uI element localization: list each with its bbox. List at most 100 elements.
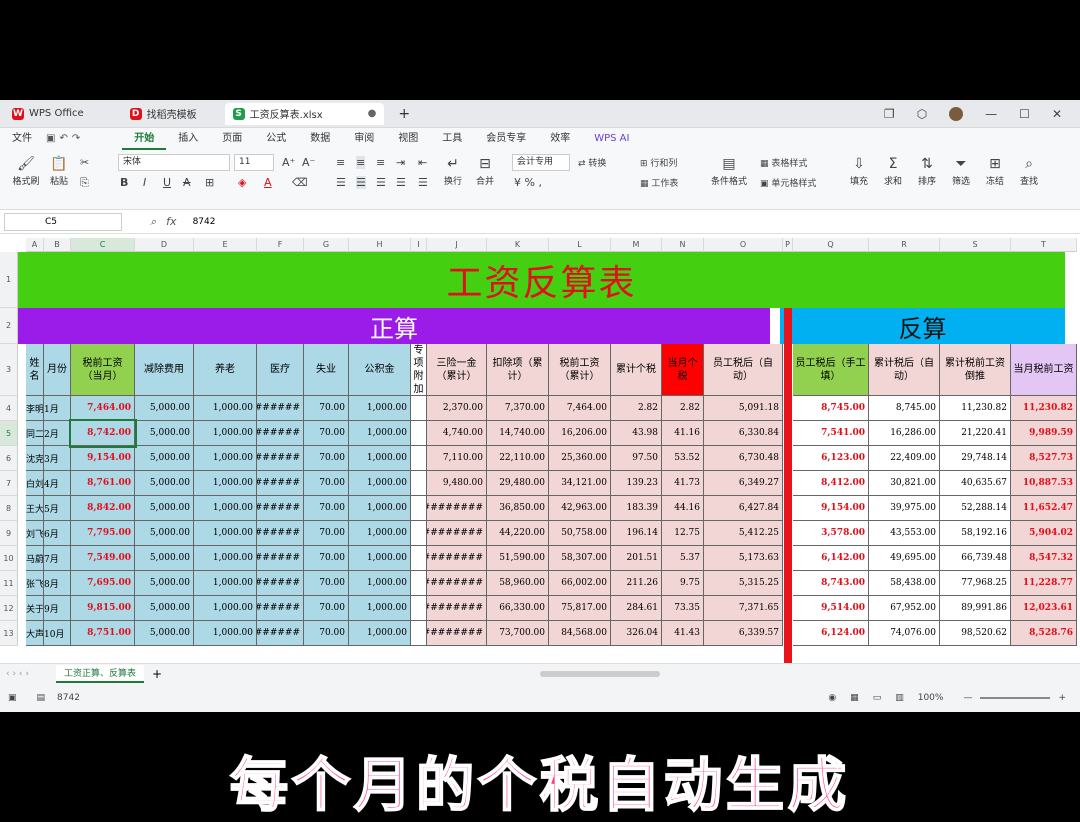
undo-icon[interactable]: ↶ [57,128,69,150]
data-cell[interactable]: 84,568.00 [549,621,611,646]
column-header-r[interactable]: R [869,238,940,252]
menu-file[interactable]: 文件 [0,128,44,150]
add-sheet-icon[interactable]: + [152,667,162,681]
data-cell[interactable]: 8,751.00 [71,621,135,646]
data-cell[interactable]: 6,427.84 [704,496,783,521]
data-cell[interactable]: 70.00 [304,621,349,646]
column-header-n[interactable]: N [662,238,704,252]
data-cell[interactable]: 5,091.18 [704,396,783,421]
column-title[interactable]: 减除费用 [135,344,194,396]
data-cell[interactable]: 5.37 [662,546,704,571]
row-header[interactable]: 5 [0,421,18,446]
data-cell[interactable]: 70.00 [304,571,349,596]
avatar[interactable] [949,106,964,121]
justify-icon[interactable]: ☰ [396,176,406,189]
data-cell[interactable] [411,596,427,621]
data-cell[interactable]: 9,989.59 [1011,421,1077,446]
layout-icon[interactable]: ❐ [884,107,895,121]
data-cell[interactable]: 11,230.82 [1011,396,1077,421]
data-cell[interactable]: ####### [257,546,304,571]
data-cell[interactable]: 1月 [44,396,71,421]
data-cell[interactable]: 沈克 [26,446,44,471]
data-cell[interactable]: 2.82 [611,396,662,421]
data-cell[interactable]: 7,370.00 [487,396,549,421]
column-title[interactable]: 月份 [44,344,71,396]
data-cell[interactable]: 12,023.61 [1011,596,1077,621]
data-cell[interactable]: 1,000.00 [349,396,411,421]
data-cell[interactable] [411,396,427,421]
data-cell[interactable]: 5,412.25 [704,521,783,546]
data-cell[interactable]: 1,000.00 [194,446,257,471]
data-cell[interactable]: 2,370.00 [427,396,487,421]
row-header[interactable]: 10 [0,546,18,571]
data-cell[interactable]: 7,464.00 [549,396,611,421]
data-cell[interactable]: 16,286.00 [869,421,940,446]
row-header[interactable]: 13 [0,621,18,646]
border-icon[interactable]: ⊞ [205,176,214,189]
fill-button[interactable]: ⇩ 填充 [846,156,872,187]
data-cell[interactable]: 4,740.00 [427,421,487,446]
formula-input[interactable]: 8742 [193,217,216,227]
spreadsheet-grid[interactable]: 工资反算表 正算 反算 A B C D E F G H I J K L M N O P Q R S T 1 2 3 姓名 月份税… [0,238,1080,663]
tab-workbook[interactable]: S 工资反算表.xlsx ● [224,102,385,125]
menu-review[interactable]: 审阅 [342,128,386,150]
column-title[interactable]: 税前工资（当月） [71,344,135,396]
data-cell[interactable]: 1,000.00 [194,396,257,421]
data-cell[interactable]: 77,968.25 [940,571,1011,596]
data-cell[interactable]: 8,527.73 [1011,446,1077,471]
data-cell[interactable]: ########## [427,546,487,571]
data-cell[interactable]: 21,220.41 [940,421,1011,446]
data-cell[interactable]: 5,000.00 [135,596,194,621]
data-cell[interactable]: 4月 [44,471,71,496]
copy-icon[interactable]: ⎘ [80,176,89,190]
data-cell[interactable]: 1,000.00 [349,471,411,496]
doc-icon[interactable]: ▤ [37,693,46,703]
data-cell[interactable]: 8,761.00 [71,471,135,496]
fill-color-icon[interactable]: ◈ [238,176,246,189]
menu-member[interactable]: 会员专享 [474,128,538,150]
column-header-d[interactable]: D [135,238,194,252]
data-cell[interactable]: ########## [427,496,487,521]
data-cell[interactable]: ####### [257,421,304,446]
data-cell[interactable]: 1,000.00 [194,496,257,521]
zoom-level[interactable]: 100% [918,693,944,703]
cell-style-button[interactable]: ▣ 单元格样式 [760,176,816,189]
menu-page[interactable]: 页面 [210,128,254,150]
data-cell[interactable]: 1,000.00 [194,596,257,621]
data-cell[interactable]: 3,578.00 [793,521,869,546]
data-cell[interactable]: 6,349.27 [704,471,783,496]
format-painter-button[interactable]: 🖌 格式刷 [8,156,44,187]
data-cell[interactable]: 马蔚 [26,546,44,571]
data-cell[interactable]: 8,528.76 [1011,621,1077,646]
data-cell[interactable]: 41.43 [662,621,704,646]
data-cell[interactable]: 139.23 [611,471,662,496]
data-cell[interactable]: 284.61 [611,596,662,621]
column-title[interactable]: 累计个税 [611,344,662,396]
data-cell[interactable]: 1,000.00 [194,421,257,446]
data-cell[interactable]: 53.52 [662,446,704,471]
data-cell[interactable]: 1,000.00 [349,496,411,521]
zoom-in-icon[interactable]: + [1058,693,1066,703]
cut-icon[interactable]: ✂ [80,156,89,169]
data-cell[interactable]: 7月 [44,546,71,571]
data-cell[interactable]: 5月 [44,496,71,521]
data-cell[interactable]: 张飞 [26,571,44,596]
maximize-icon[interactable]: ☐ [1019,107,1030,121]
sheet-nav-icon[interactable]: ‹ › ‹ › [6,669,29,679]
data-cell[interactable]: 73.35 [662,596,704,621]
column-title[interactable]: 公积金 [349,344,411,396]
data-cell[interactable]: 8,547.32 [1011,546,1077,571]
data-cell[interactable]: 6,142.00 [793,546,869,571]
column-header-b[interactable]: B [44,238,71,252]
data-cell[interactable]: 5,000.00 [135,546,194,571]
row-header[interactable]: 3 [0,344,18,396]
data-cell[interactable]: 7,371.65 [704,596,783,621]
zoom-formula-icon[interactable]: ⌕ [150,215,156,229]
data-cell[interactable]: 201.51 [611,546,662,571]
data-cell[interactable]: ########## [427,571,487,596]
align-top-icon[interactable]: ≡ [336,156,345,169]
menu-data[interactable]: 数据 [298,128,342,150]
align-bottom-icon[interactable]: ≡ [376,156,385,169]
column-title[interactable]: 专项附加 [411,344,427,396]
data-cell[interactable]: 41.73 [662,471,704,496]
